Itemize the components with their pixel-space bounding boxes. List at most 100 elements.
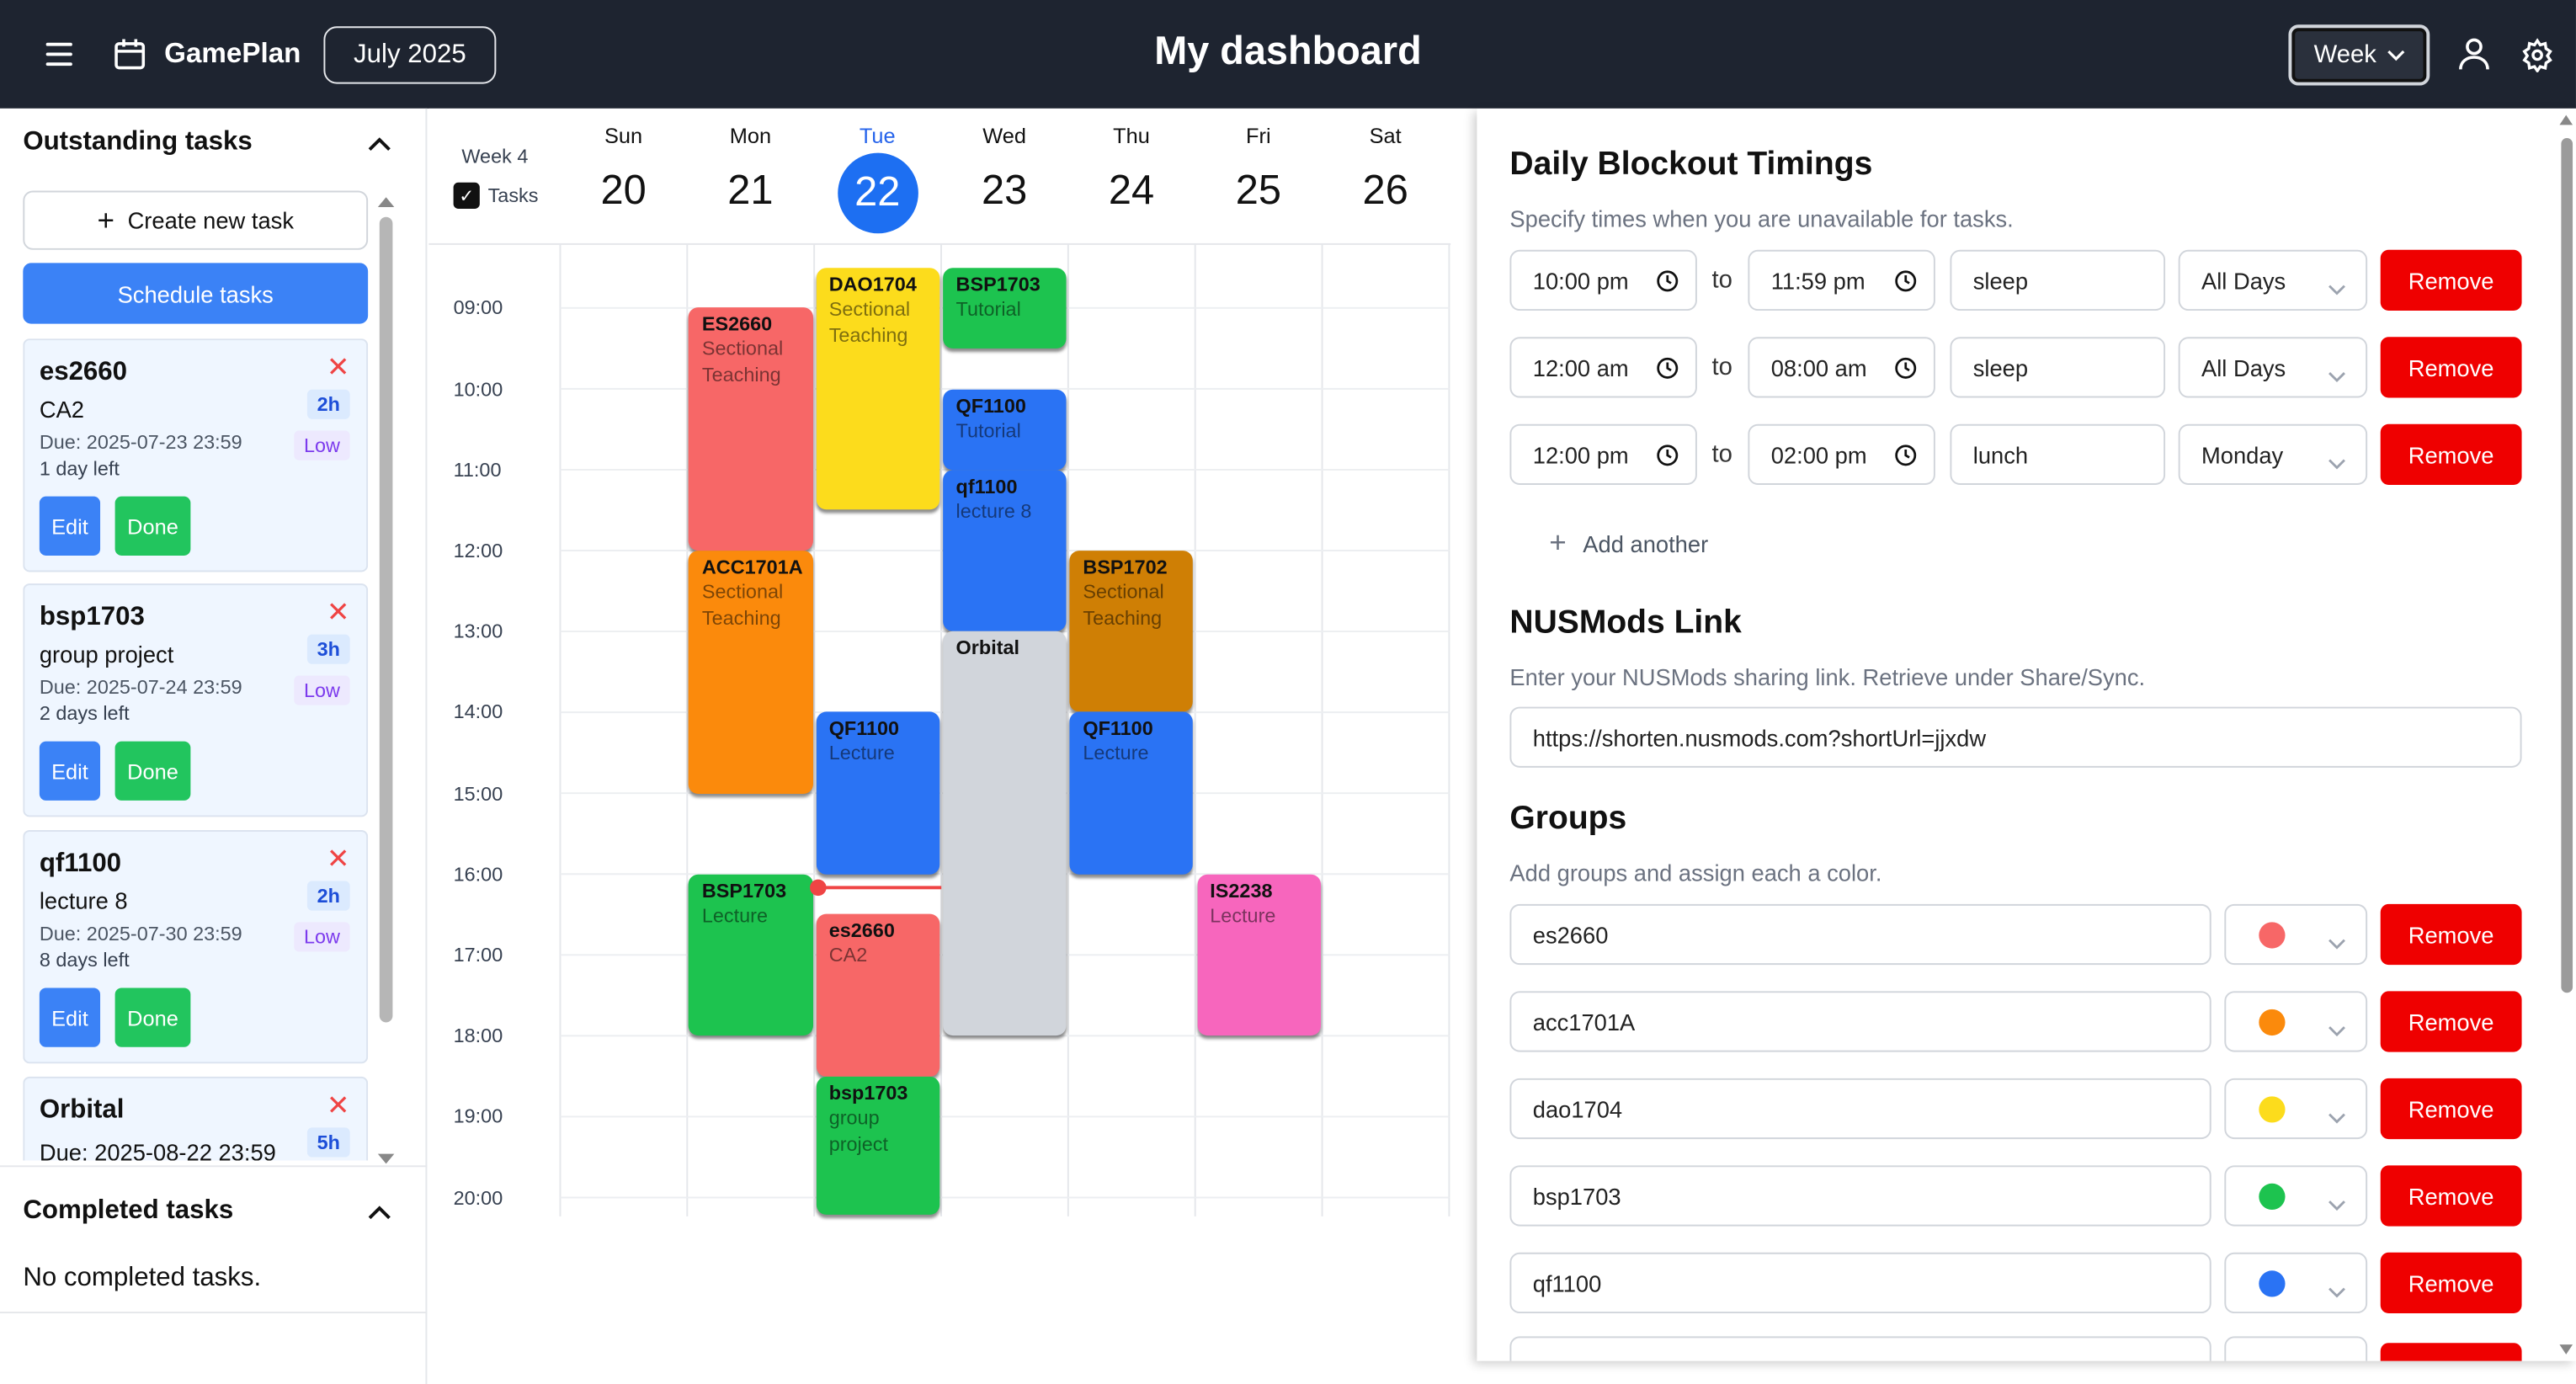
calendar-event[interactable]: ES2660 Sectional Teaching	[689, 307, 813, 551]
color-swatch	[2259, 922, 2286, 949]
day-header-wed[interactable]: Wed 23	[941, 109, 1067, 224]
day-header-sat[interactable]: Sat 26	[1323, 109, 1449, 224]
gear-icon[interactable]	[2520, 38, 2555, 72]
calendar-event[interactable]: QF1100 Tutorial	[942, 388, 1067, 470]
blockout-label-input[interactable]: sleep	[1950, 249, 2166, 311]
calendar-event[interactable]: QF1100 Lecture	[1069, 712, 1194, 875]
view-select[interactable]: Week	[2288, 24, 2430, 86]
end-time-value: 11:59 pm	[1770, 267, 1865, 294]
blockout-days-select[interactable]: All Days	[2178, 249, 2368, 311]
calendar-icon	[114, 39, 146, 70]
settings-scrollbar[interactable]	[2557, 109, 2576, 1361]
group-name-input[interactable]: acc1701A	[1509, 991, 2211, 1052]
chevron-up-icon[interactable]	[368, 1205, 391, 1220]
blockout-label-input[interactable]: sleep	[1950, 337, 2166, 398]
day-header-sun[interactable]: Sun 20	[560, 109, 686, 224]
delete-task-icon[interactable]: ✕	[327, 845, 350, 873]
day-header-thu[interactable]: Thu 24	[1068, 109, 1195, 224]
to-label: to	[1711, 266, 1732, 295]
month-selector-button[interactable]: July 2025	[323, 26, 497, 84]
group-color-select[interactable]	[2224, 1252, 2368, 1314]
group-color-select[interactable]	[2224, 1165, 2368, 1227]
week-label: Week 4	[461, 144, 529, 168]
day-name: Sun	[604, 123, 643, 148]
time-label: 12:00	[453, 539, 503, 562]
done-task-button[interactable]: Done	[114, 987, 191, 1047]
clock-icon	[1656, 357, 1679, 380]
calendar-event[interactable]: bsp1703 group project	[816, 1076, 940, 1215]
plus-icon: +	[97, 204, 114, 237]
end-time-value: 02:00 pm	[1770, 441, 1867, 468]
delete-task-icon[interactable]: ✕	[327, 354, 350, 381]
remove-group-button[interactable]: Remove	[2380, 1252, 2522, 1314]
calendar-event[interactable]: es2660 CA2	[816, 914, 940, 1077]
calendar-event[interactable]: IS2238 Lecture	[1196, 874, 1321, 1036]
blockout-start-time[interactable]: 12:00 am	[1509, 337, 1697, 398]
event-title: es2660	[828, 919, 895, 943]
remove-group-button[interactable]: Remove	[2380, 903, 2522, 966]
add-another-button[interactable]: + Add another	[1549, 526, 1708, 561]
remove-group-button[interactable]: Remove	[2380, 1165, 2522, 1227]
calendar-event[interactable]: DAO1704 Sectional Teaching	[816, 267, 940, 510]
create-task-button[interactable]: + Create new task	[23, 190, 369, 250]
calendar-event[interactable]: BSP1703 Tutorial	[942, 267, 1067, 349]
calendar-event[interactable]: ACC1701A Sectional Teaching	[689, 550, 813, 794]
blockout-end-time[interactable]: 08:00 am	[1748, 337, 1935, 398]
group-color-select[interactable]	[2224, 1078, 2368, 1140]
remove-group-button[interactable]	[2380, 1343, 2522, 1361]
to-label: to	[1711, 353, 1732, 381]
edit-task-button[interactable]: Edit	[39, 496, 101, 556]
remove-group-button[interactable]: Remove	[2380, 991, 2522, 1052]
calendar-event[interactable]: Orbital	[942, 631, 1067, 1036]
blockout-days-select[interactable]: All Days	[2178, 337, 2368, 398]
calendar-event[interactable]: QF1100 Lecture	[816, 712, 940, 875]
chevron-up-icon[interactable]	[368, 136, 391, 152]
group-color-select[interactable]	[2224, 903, 2368, 966]
day-date: 23	[981, 168, 1028, 214]
group-name-input[interactable]: qf1100	[1509, 1252, 2211, 1314]
remove-blockout-button[interactable]: Remove	[2380, 249, 2522, 311]
task-list-scrollbar[interactable]	[376, 194, 396, 1164]
groups-heading: Groups	[1509, 800, 1627, 837]
event-subtitle: Lecture	[1210, 903, 1276, 927]
delete-task-icon[interactable]: ✕	[327, 1091, 350, 1119]
blockout-end-time[interactable]: 11:59 pm	[1748, 249, 1935, 311]
day-header-tue[interactable]: Tue 22	[814, 109, 940, 234]
remove-group-button[interactable]: Remove	[2380, 1078, 2522, 1140]
calendar-event[interactable]: qf1100 lecture 8	[942, 469, 1067, 632]
task-code: Orbital	[39, 1096, 125, 1125]
tasks-toggle[interactable]: ✓ Tasks	[453, 182, 538, 209]
day-header-mon[interactable]: Mon 21	[687, 109, 813, 224]
calendar-event[interactable]: BSP1703 Lecture	[689, 874, 813, 1036]
chevron-down-icon	[2328, 274, 2345, 295]
remove-blockout-button[interactable]: Remove	[2380, 337, 2522, 398]
remove-blockout-button[interactable]: Remove	[2380, 423, 2522, 485]
hamburger-menu-icon[interactable]	[36, 33, 82, 76]
done-task-button[interactable]: Done	[114, 741, 191, 801]
blockout-end-time[interactable]: 02:00 pm	[1748, 423, 1935, 485]
group-color-select[interactable]	[2224, 991, 2368, 1052]
group-name-input[interactable]: es2660	[1509, 903, 2211, 966]
group-color-select[interactable]	[2224, 1336, 2368, 1361]
user-icon[interactable]	[2456, 36, 2492, 72]
edit-task-button[interactable]: Edit	[39, 741, 101, 801]
edit-task-button[interactable]: Edit	[39, 987, 101, 1047]
group-name-input[interactable]: bsp1703	[1509, 1165, 2211, 1227]
group-name-input[interactable]: dao1704	[1509, 1078, 2211, 1140]
task-name: lecture 8	[39, 887, 128, 914]
schedule-tasks-button[interactable]: Schedule tasks	[23, 263, 369, 324]
blockout-start-time[interactable]: 10:00 pm	[1509, 249, 1697, 311]
nusmods-link-input[interactable]: https://shorten.nusmods.com?shortUrl=jjx…	[1509, 706, 2522, 768]
hours-badge: 2h	[306, 389, 350, 419]
done-task-button[interactable]: Done	[114, 496, 191, 556]
color-swatch	[2259, 1183, 2286, 1211]
blockout-label-input[interactable]: lunch	[1950, 423, 2166, 485]
delete-task-icon[interactable]: ✕	[327, 599, 350, 626]
group-name-input[interactable]	[1509, 1336, 2211, 1361]
blockout-start-time[interactable]: 12:00 pm	[1509, 423, 1697, 485]
blockout-days-select[interactable]: Monday	[2178, 423, 2368, 485]
start-time-value: 10:00 pm	[1532, 267, 1629, 294]
calendar-event[interactable]: BSP1702 Sectional Teaching	[1069, 550, 1194, 713]
day-header-fri[interactable]: Fri 25	[1195, 109, 1322, 224]
completed-tasks-heading: Completed tasks	[23, 1196, 234, 1225]
